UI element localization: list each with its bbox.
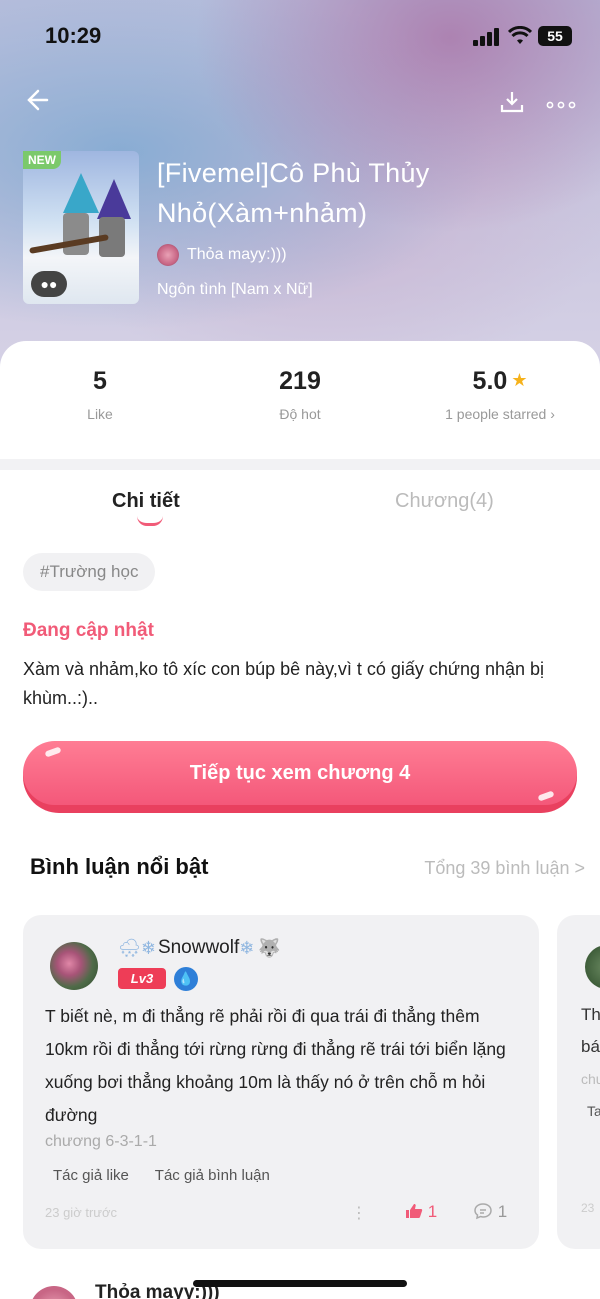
comment-chapter[interactable]: chương 6-3-1-1 bbox=[45, 1133, 157, 1151]
battery-icon: 55 bbox=[538, 26, 572, 46]
stat-rating[interactable]: 5.0 ★ 1 people starred › bbox=[420, 367, 580, 422]
author-row[interactable]: Thỏa mayy:))) bbox=[157, 244, 287, 266]
stat-label: Độ hot bbox=[279, 406, 321, 422]
commenter-avatar bbox=[30, 1286, 78, 1299]
comment-time: 23 giờ trước bbox=[45, 1205, 117, 1220]
like-button[interactable]: 1 bbox=[405, 1202, 437, 1222]
reply-button[interactable]: 1 bbox=[473, 1202, 507, 1222]
star-icon: ★ bbox=[511, 370, 528, 390]
more-icon[interactable] bbox=[545, 90, 577, 116]
new-badge: NEW bbox=[23, 151, 61, 169]
snow-cloud-icon: 🌨❄ bbox=[118, 937, 156, 958]
download-icon[interactable] bbox=[498, 88, 526, 116]
commenter-avatar bbox=[585, 945, 600, 989]
comment-text-fragment: Th bbox=[581, 1005, 600, 1024]
thumb-up-icon bbox=[406, 1204, 423, 1218]
active-tab-indicator bbox=[137, 516, 163, 526]
comment-tag-fragment: Ta bbox=[587, 1103, 600, 1119]
chat-bubble-icon: ●● bbox=[31, 271, 67, 297]
snowflake-icon: ❄ bbox=[239, 937, 255, 958]
stat-value: 5.0 bbox=[472, 367, 508, 395]
comment-icon bbox=[474, 1203, 492, 1220]
stat-hot: 219 Độ hot bbox=[250, 367, 350, 422]
level-badge: Lv3 bbox=[118, 968, 166, 989]
home-indicator[interactable] bbox=[193, 1280, 407, 1287]
comment-more-icon[interactable]: ⋮ bbox=[351, 1203, 367, 1223]
comment-text-fragment: bá bbox=[581, 1037, 600, 1056]
commenter-name-row[interactable]: 🌨❄ Snowwolf ❄ 🐺 bbox=[118, 937, 281, 959]
stat-label: Like bbox=[87, 406, 113, 422]
like-count: 1 bbox=[427, 1202, 438, 1221]
comment-tags: Tác giả like Tác giả bình luận bbox=[53, 1167, 292, 1184]
stat-value: 219 bbox=[279, 367, 321, 395]
back-arrow-icon[interactable] bbox=[22, 85, 56, 119]
continue-reading-label: Tiếp tục xem chương 4 bbox=[23, 741, 577, 805]
stat-value: 5 bbox=[93, 367, 107, 395]
description: Xàm và nhảm,ko tô xíc con búp bê này,vì … bbox=[23, 659, 545, 708]
comment-text: T biết nè, m đi thẳng rẽ phải rồi đi qua… bbox=[45, 1006, 506, 1125]
commenter-avatar[interactable] bbox=[50, 942, 98, 990]
author-liked-tag: Tác giả like bbox=[53, 1167, 129, 1184]
update-status: Đang cập nhật bbox=[23, 620, 154, 641]
all-comments-link[interactable]: Tổng 39 bình luận > bbox=[424, 858, 585, 879]
wolf-icon: 🐺 bbox=[258, 937, 281, 958]
comment-time-fragment: 23 bbox=[581, 1201, 595, 1215]
book-cover[interactable]: ●● bbox=[23, 151, 139, 304]
status-bar: 10:29 55 bbox=[0, 18, 600, 54]
author-name: Thỏa mayy:))) bbox=[187, 246, 287, 263]
continue-reading-button[interactable]: Tiếp tục xem chương 4 bbox=[23, 741, 577, 813]
tab-chapters[interactable]: Chương(4) bbox=[395, 490, 494, 513]
author-avatar bbox=[157, 244, 179, 266]
stats-panel: 5 Like 219 Độ hot 5.0 ★ 1 people starred … bbox=[0, 341, 600, 459]
book-title: [Fivemel]Cô Phù Thủy Nhỏ(Xàm+nhảm) bbox=[157, 158, 430, 228]
wifi-icon bbox=[507, 25, 533, 51]
stat-like: 5 Like bbox=[60, 367, 140, 422]
stat-label: 1 people starred › bbox=[445, 406, 555, 422]
comment-card-next[interactable]: Th bá chư Ta 23 bbox=[557, 915, 600, 1249]
tag-chip[interactable]: #Trường học bbox=[23, 553, 156, 591]
clock: 10:29 bbox=[45, 23, 102, 48]
commenter-name: Snowwolf bbox=[157, 937, 240, 958]
tab-details[interactable]: Chi tiết bbox=[112, 490, 180, 513]
genre-label: Ngôn tình [Nam x Nữ] bbox=[157, 281, 313, 298]
water-drop-badge-icon: 💧 bbox=[174, 967, 198, 991]
signal-icon bbox=[473, 28, 501, 46]
comment-card[interactable]: 🌨❄ Snowwolf ❄ 🐺 Lv3 💧 T biết nè, m đi th… bbox=[23, 915, 539, 1249]
main-content: Chi tiết Chương(4) #Trường học Đang cập … bbox=[0, 470, 600, 1299]
reply-count: 1 bbox=[497, 1202, 508, 1221]
featured-comments-title: Bình luận nổi bật bbox=[30, 854, 209, 879]
author-replied-tag: Tác giả bình luận bbox=[154, 1167, 270, 1184]
comment-chapter-fragment: chư bbox=[581, 1071, 600, 1087]
